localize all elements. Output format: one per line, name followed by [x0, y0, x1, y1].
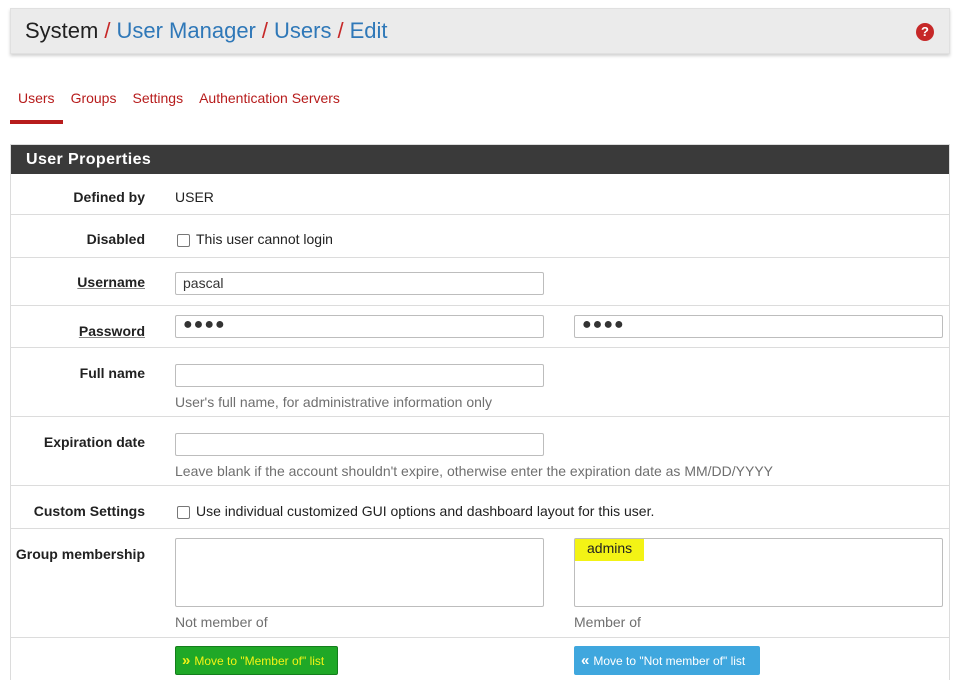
full-name-help: User's full name, for administrative inf…	[175, 394, 493, 410]
custom-settings-label: Custom Settings	[33, 503, 145, 519]
tab-authentication-servers[interactable]: Authentication Servers	[191, 88, 348, 124]
breadcrumb-separator: /	[337, 18, 344, 43]
tab-users[interactable]: Users	[10, 88, 63, 124]
row-password: Password ●●●● ●●●●	[11, 305, 949, 347]
row-group-membership: Group membership admins Not member of Me…	[11, 528, 949, 637]
disabled-label: Disabled	[86, 231, 145, 247]
row-move-buttons: » Move to "Member of" list « Move to "No…	[11, 637, 949, 680]
move-to-not-member-button[interactable]: « Move to "Not member of" list	[574, 646, 760, 675]
breadcrumb-separator: /	[261, 18, 268, 43]
double-chevron-right-icon: »	[182, 652, 190, 669]
not-member-of-caption: Not member of	[175, 614, 268, 630]
breadcrumb-separator: /	[104, 18, 111, 43]
not-member-of-list[interactable]	[175, 538, 544, 607]
row-expiration-date: Expiration date Leave blank if the accou…	[11, 416, 949, 485]
group-membership-label: Group membership	[15, 546, 145, 562]
user-properties-panel: User Properties Defined by USER Disabled…	[10, 144, 950, 680]
username-input[interactable]: pascal	[175, 272, 544, 295]
row-defined-by: Defined by USER	[11, 174, 949, 214]
custom-settings-checkbox[interactable]	[177, 506, 190, 519]
defined-by-value: USER	[175, 189, 214, 205]
password-input[interactable]: ●●●●	[175, 315, 544, 338]
row-username: Username pascal	[11, 257, 949, 305]
move-to-not-member-label: Move to "Not member of" list	[593, 653, 746, 668]
breadcrumb-edit[interactable]: Edit	[350, 18, 388, 44]
password-label: Password	[78, 323, 145, 339]
password-confirm-input[interactable]: ●●●●	[574, 315, 943, 338]
tab-settings[interactable]: Settings	[124, 88, 191, 124]
breadcrumb-bar: System / User Manager / Users / Edit ?	[10, 8, 950, 54]
row-disabled: Disabled This user cannot login	[11, 214, 949, 257]
list-item[interactable]: admins	[575, 539, 645, 561]
custom-settings-checkbox-text: Use individual customized GUI options an…	[196, 503, 655, 519]
row-full-name: Full name User's full name, for administ…	[11, 347, 949, 416]
username-label: Username	[77, 274, 145, 290]
help-icon[interactable]: ?	[916, 23, 934, 41]
breadcrumb-user-manager[interactable]: User Manager	[116, 18, 255, 44]
expiration-date-input[interactable]	[175, 433, 544, 456]
breadcrumb-system: System	[25, 18, 99, 43]
breadcrumb-users[interactable]: Users	[274, 18, 331, 44]
member-of-caption: Member of	[574, 614, 641, 630]
disabled-checkbox-text: This user cannot login	[196, 231, 333, 247]
expiration-date-help: Leave blank if the account shouldn't exp…	[175, 463, 774, 479]
row-custom-settings: Custom Settings Use individual customize…	[11, 485, 949, 528]
full-name-label: Full name	[79, 365, 145, 381]
tab-bar: Users Groups Settings Authentication Ser…	[10, 88, 348, 124]
defined-by-label: Defined by	[73, 189, 145, 205]
disabled-checkbox[interactable]	[177, 234, 190, 247]
double-chevron-left-icon: «	[581, 652, 589, 669]
tab-groups[interactable]: Groups	[63, 88, 125, 124]
member-of-list[interactable]: admins	[574, 538, 943, 607]
panel-title: User Properties	[11, 145, 949, 174]
move-to-member-label: Move to "Member of" list	[194, 653, 325, 668]
full-name-input[interactable]	[175, 364, 544, 387]
move-to-member-button[interactable]: » Move to "Member of" list	[175, 646, 338, 675]
expiration-date-label: Expiration date	[43, 434, 145, 450]
